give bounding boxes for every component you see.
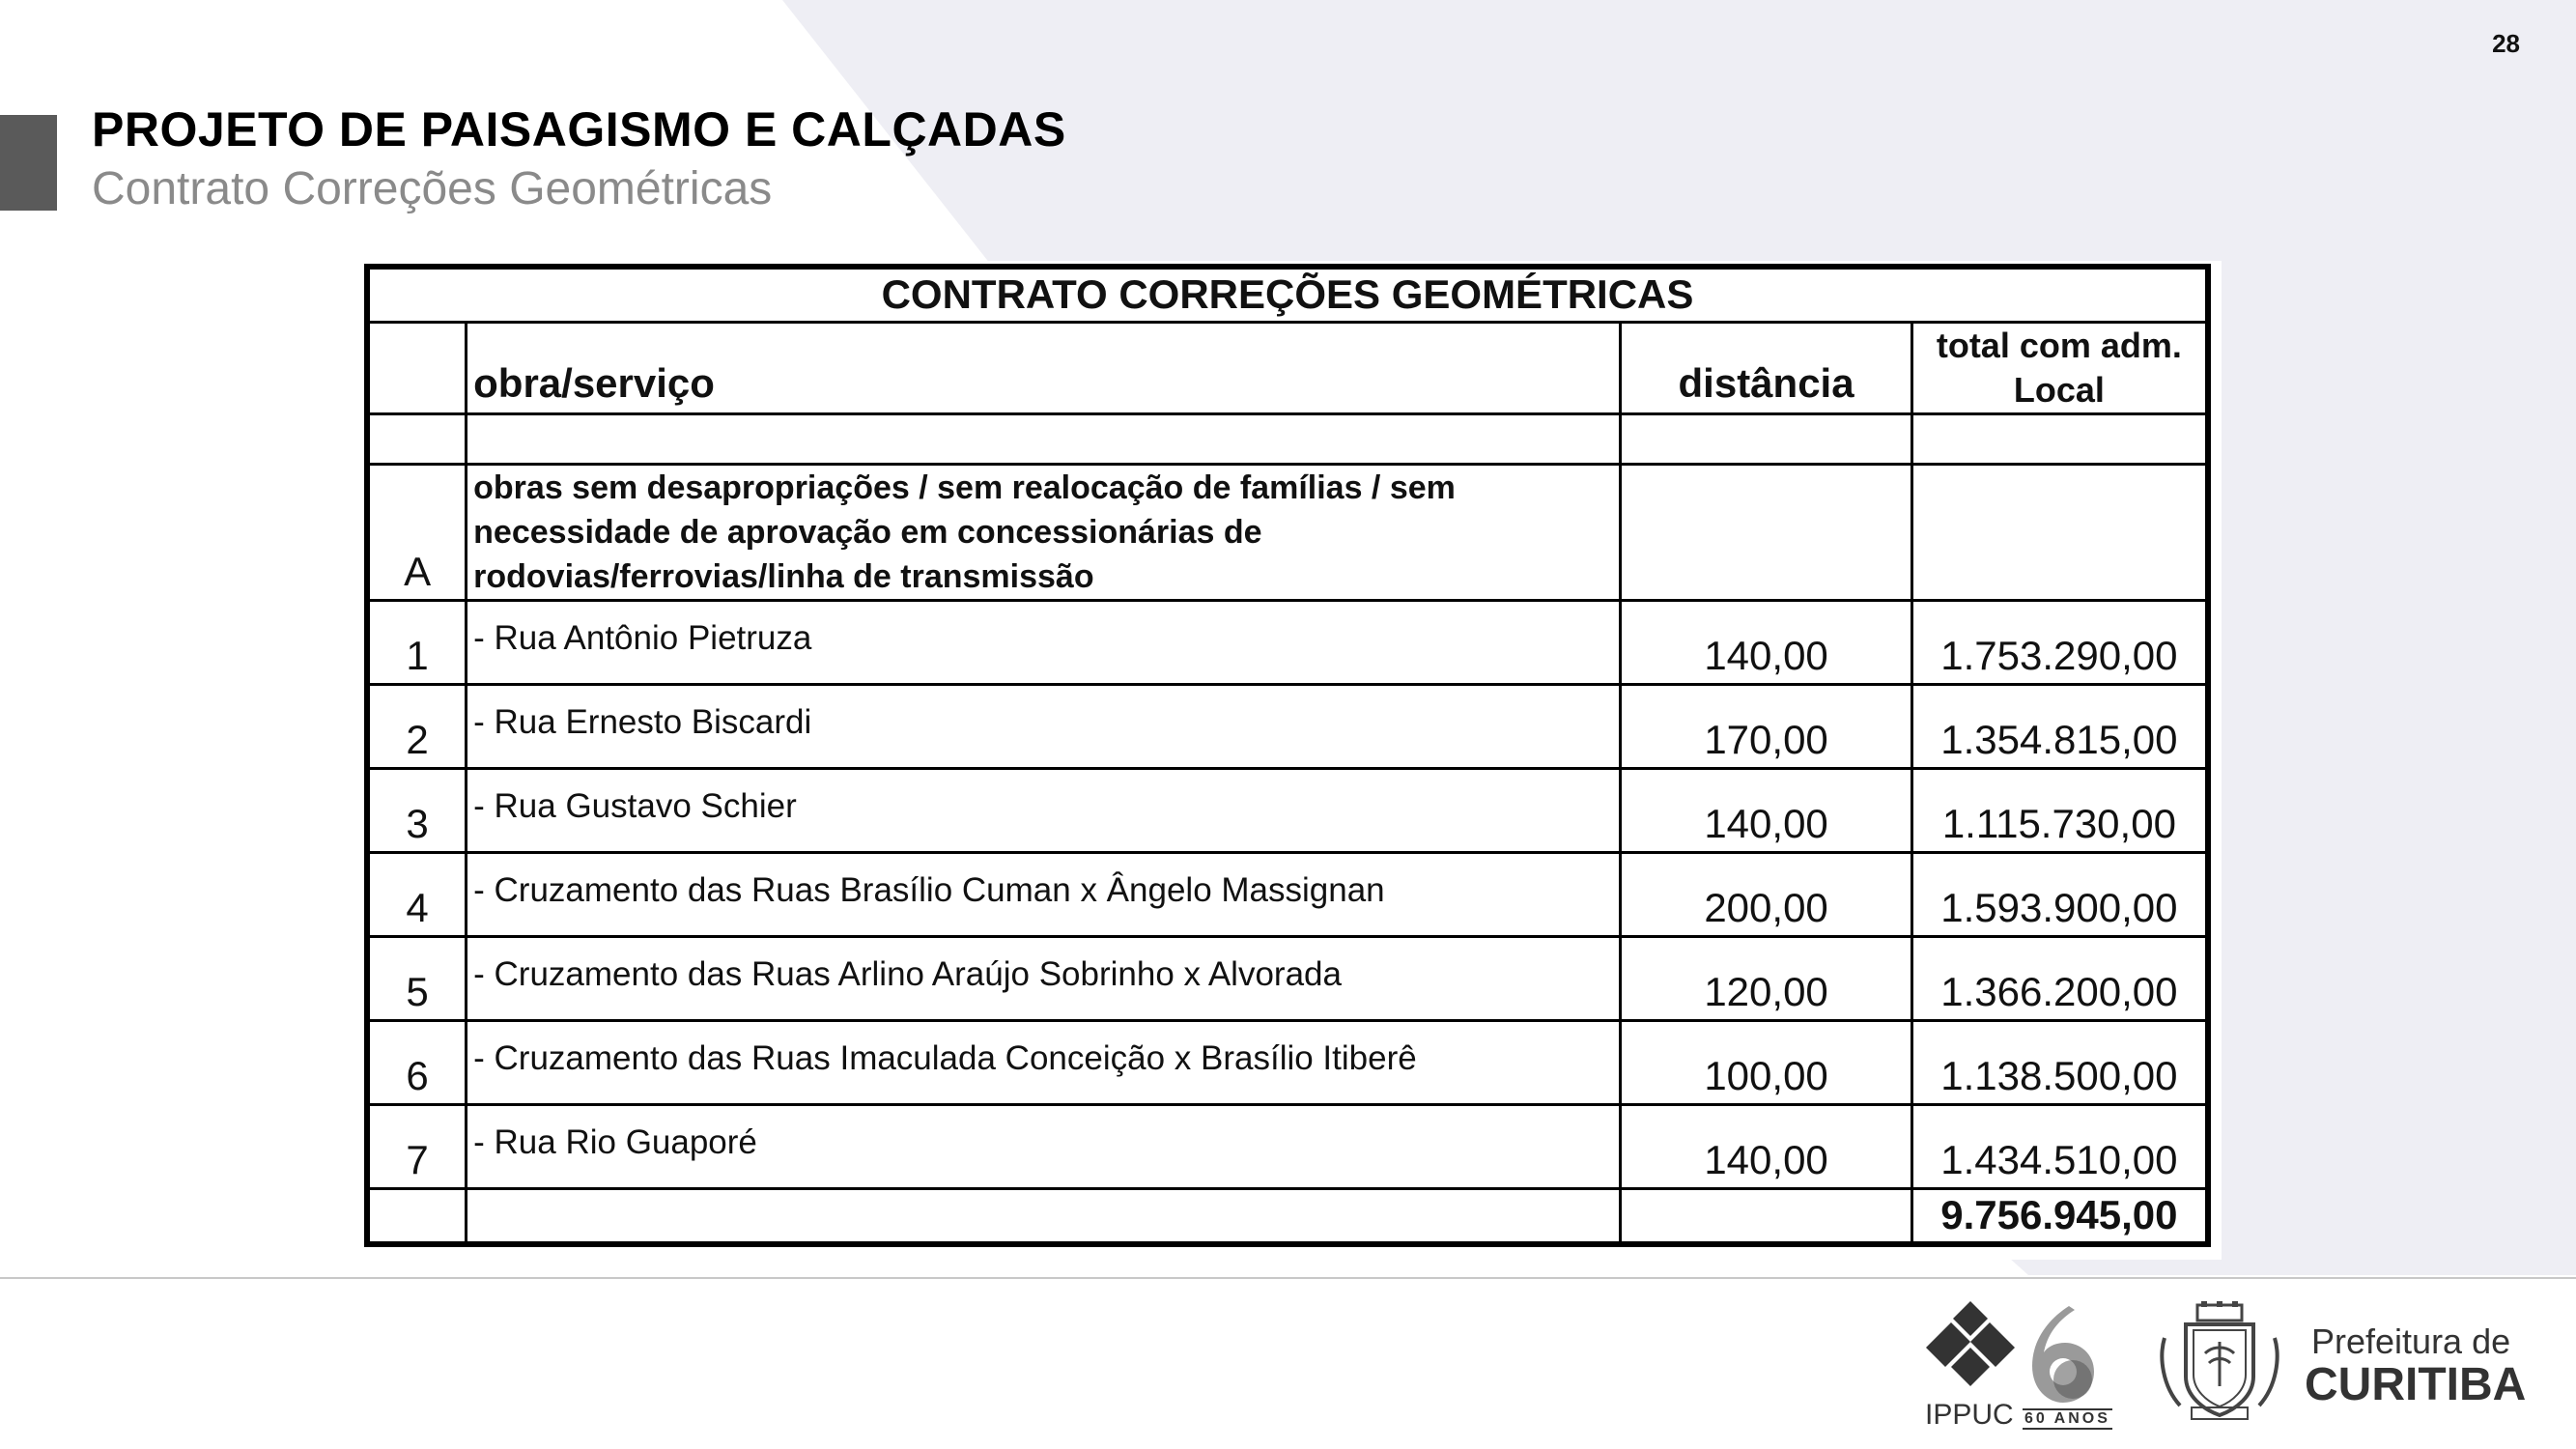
row-distance: 170,00 bbox=[1619, 682, 1913, 770]
row-description: - Rua Gustavo Schier bbox=[465, 766, 1623, 854]
header-num-cell bbox=[365, 320, 468, 415]
row-total: 1.354.815,00 bbox=[1910, 682, 2210, 770]
group-letter: A bbox=[365, 462, 468, 602]
row-total: 1.366.200,00 bbox=[1910, 934, 2210, 1022]
row-total: 1.753.290,00 bbox=[1910, 598, 2210, 686]
grand-total: 9.756.945,00 bbox=[1910, 1186, 2210, 1246]
row-description: - Cruzamento das Ruas Arlino Araújo Sobr… bbox=[465, 934, 1623, 1022]
row-number: 4 bbox=[365, 850, 468, 938]
group-line: rodovias/ferrovias/linha de transmissão bbox=[473, 557, 1094, 595]
row-description: - Rua Antônio Pietruza bbox=[465, 598, 1623, 686]
page-subtitle: Contrato Correções Geométricas bbox=[92, 163, 773, 214]
ippuc-label: IPPUC bbox=[1925, 1399, 2014, 1431]
group-line: necessidade de aprovação em concessionár… bbox=[473, 513, 1262, 551]
row-distance: 140,00 bbox=[1619, 766, 1913, 854]
table-header-row: obra/serviço distância total com adm. Lo… bbox=[365, 320, 2210, 415]
row-description: - Rua Rio Guaporé bbox=[465, 1102, 1623, 1190]
table-row: 5 - Cruzamento das Ruas Arlino Araújo So… bbox=[365, 934, 2210, 1022]
contract-table-container: CONTRATO CORREÇÕES GEOMÉTRICAS obra/serv… bbox=[361, 261, 2222, 1260]
row-total: 1.115.730,00 bbox=[1910, 766, 2210, 854]
table-row: 3 - Rua Gustavo Schier 140,00 1.115.730,… bbox=[365, 766, 2210, 854]
page-number: 28 bbox=[2492, 29, 2520, 58]
row-distance: 100,00 bbox=[1619, 1018, 1913, 1106]
header-distancia: distância bbox=[1619, 320, 1913, 415]
row-total: 1.138.500,00 bbox=[1910, 1018, 2210, 1106]
row-distance: 120,00 bbox=[1619, 934, 1913, 1022]
row-number: 7 bbox=[365, 1102, 468, 1190]
row-number: 1 bbox=[365, 598, 468, 686]
header-obra: obra/serviço bbox=[465, 320, 1623, 415]
curitiba-label: CURITIBA bbox=[2305, 1359, 2527, 1410]
grand-total-row: 9.756.945,00 bbox=[365, 1186, 2210, 1246]
row-distance: 140,00 bbox=[1619, 598, 1913, 686]
contract-table: CONTRATO CORREÇÕES GEOMÉTRICAS obra/serv… bbox=[364, 264, 2211, 1247]
sixty-years-label: 60 ANOS bbox=[2023, 1408, 2112, 1430]
sixty-years-logo-icon bbox=[2032, 1306, 2094, 1403]
row-number: 6 bbox=[365, 1018, 468, 1106]
page-title: PROJETO DE PAISAGISMO E CALÇADAS bbox=[92, 102, 1066, 156]
group-description: obras sem desapropriações / sem realocaç… bbox=[465, 462, 1623, 602]
table-row: 6 - Cruzamento das Ruas Imaculada Concei… bbox=[365, 1018, 2210, 1106]
group-line: obras sem desapropriações / sem realocaç… bbox=[473, 469, 1456, 506]
table-row: 4 - Cruzamento das Ruas Brasílio Cuman x… bbox=[365, 850, 2210, 938]
row-number: 3 bbox=[365, 766, 468, 854]
table-row: 1 - Rua Antônio Pietruza 140,00 1.753.29… bbox=[365, 598, 2210, 686]
row-description: - Rua Ernesto Biscardi bbox=[465, 682, 1623, 770]
prefeitura-label: Prefeitura de bbox=[2311, 1321, 2511, 1361]
row-description: - Cruzamento das Ruas Imaculada Conceiçã… bbox=[465, 1018, 1623, 1106]
group-row: A obras sem desapropriações / sem realoc… bbox=[365, 462, 2210, 602]
row-number: 2 bbox=[365, 682, 468, 770]
row-number: 5 bbox=[365, 934, 468, 1022]
table-row: 7 - Rua Rio Guaporé 140,00 1.434.510,00 bbox=[365, 1102, 2210, 1190]
row-total: 1.593.900,00 bbox=[1910, 850, 2210, 938]
row-description: - Cruzamento das Ruas Brasílio Cuman x Â… bbox=[465, 850, 1623, 938]
table-row: 2 - Rua Ernesto Biscardi 170,00 1.354.81… bbox=[365, 682, 2210, 770]
table-title: CONTRATO CORREÇÕES GEOMÉTRICAS bbox=[365, 265, 2210, 324]
title-accent-bar bbox=[0, 115, 57, 211]
header-total: total com adm. Local bbox=[1910, 320, 2210, 415]
curitiba-coat-of-arms-icon bbox=[2160, 1301, 2279, 1420]
footer-divider bbox=[0, 1277, 2576, 1279]
header-total-line1: total com adm. bbox=[1936, 325, 2182, 365]
row-total: 1.434.510,00 bbox=[1910, 1102, 2210, 1190]
row-distance: 200,00 bbox=[1619, 850, 1913, 938]
header-total-line2: Local bbox=[2013, 369, 2105, 410]
empty-row bbox=[365, 412, 2210, 466]
row-distance: 140,00 bbox=[1619, 1102, 1913, 1190]
